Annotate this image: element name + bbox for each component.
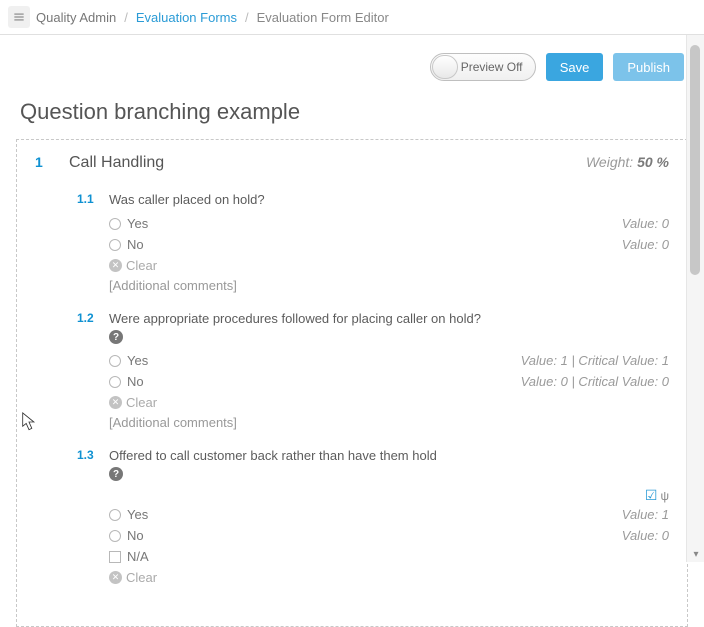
section-number: 1 [35, 154, 51, 170]
option-label: No [127, 528, 144, 543]
weight-label: Weight: [586, 154, 633, 170]
option-value: Value: 0 [622, 216, 669, 231]
clear-icon [109, 396, 122, 409]
clear-button[interactable]: Clear [109, 392, 669, 413]
answer-option[interactable]: Yes Value: 1 | Critical Value: 1 [109, 350, 669, 371]
breadcrumb-sep: / [243, 10, 251, 25]
publish-button[interactable]: Publish [613, 53, 684, 81]
branch-flag-text: ψ [660, 489, 669, 503]
question: 1.1 Was caller placed on hold? Yes Value: 0… [77, 192, 669, 293]
branch-flag[interactable]: ☑ψ [109, 487, 669, 504]
option-label: Yes [127, 216, 148, 231]
question: 1.3 Offered to call customer back rather … [77, 448, 669, 588]
scrollbar[interactable]: ▾ [686, 35, 704, 562]
clear-label: Clear [126, 570, 157, 585]
question-header: 1.1 Was caller placed on hold? [77, 192, 669, 207]
option-left: No [109, 237, 144, 252]
radio-icon[interactable] [109, 530, 121, 542]
option-label: Yes [127, 353, 148, 368]
menu-icon[interactable] [8, 6, 30, 28]
breadcrumb-root: Quality Admin [36, 10, 116, 25]
radio-icon[interactable] [109, 355, 121, 367]
breadcrumb-link[interactable]: Evaluation Forms [136, 10, 237, 25]
clear-icon [109, 259, 122, 272]
save-button[interactable]: Save [546, 53, 604, 81]
answer-option[interactable]: No Value: 0 | Critical Value: 0 [109, 371, 669, 392]
breadcrumb-current: Evaluation Form Editor [257, 10, 389, 25]
option-value: Value: 0 | Critical Value: 0 [521, 374, 669, 389]
question: 1.2 Were appropriate procedures followed … [77, 311, 669, 430]
breadcrumb-sep: / [122, 10, 130, 25]
question-text: Was caller placed on hold? [109, 192, 265, 207]
top-bar: Quality Admin / Evaluation Forms / Evalu… [0, 0, 704, 35]
checkbox-icon[interactable] [109, 551, 121, 563]
question-header: 1.2 Were appropriate procedures followed … [77, 311, 669, 326]
answer-option[interactable]: Yes Value: 1 [109, 504, 669, 525]
option-value: Value: 1 | Critical Value: 1 [521, 353, 669, 368]
question-text: Offered to call customer back rather tha… [109, 448, 437, 463]
answer-option[interactable]: Yes Value: 0 [109, 213, 669, 234]
option-left: Yes [109, 507, 148, 522]
option-left: No [109, 374, 144, 389]
question-header: 1.3 Offered to call customer back rather … [77, 448, 669, 463]
toggle-knob-icon [432, 55, 458, 79]
section-card: 1 Call Handling Weight: 50 % 1.1 Was call… [16, 139, 688, 627]
option-label: No [127, 237, 144, 252]
option-left: No [109, 528, 144, 543]
scrollbar-thumb[interactable] [690, 45, 700, 275]
help-icon[interactable]: ? [109, 330, 123, 344]
radio-icon[interactable] [109, 239, 121, 251]
clear-button[interactable]: Clear [109, 255, 669, 276]
page-title: Question branching example [0, 81, 704, 139]
question-number: 1.2 [77, 311, 99, 325]
clear-label: Clear [126, 258, 157, 273]
clear-button[interactable]: Clear [109, 567, 669, 588]
clear-label: Clear [126, 395, 157, 410]
section-weight: Weight: 50 % [586, 154, 669, 170]
answer-option[interactable]: N/A [109, 546, 669, 567]
weight-value: 50 % [637, 154, 669, 170]
additional-comments[interactable]: [Additional comments] [109, 413, 669, 430]
question-number: 1.3 [77, 448, 99, 462]
option-value: Value: 0 [622, 528, 669, 543]
option-left: Yes [109, 353, 148, 368]
radio-icon[interactable] [109, 218, 121, 230]
question-body: Yes Value: 0 No Value: 0 Clear [Additional co… [109, 213, 669, 293]
preview-toggle-label: Preview Off [461, 60, 523, 74]
scrollbar-down-icon[interactable]: ▾ [687, 546, 704, 562]
section-header: 1 Call Handling Weight: 50 % [35, 154, 669, 172]
help-icon[interactable]: ? [109, 467, 123, 481]
option-left: Yes [109, 216, 148, 231]
question-body: ☑ψ Yes Value: 1 No Value: 0 N/A Clear [109, 487, 669, 588]
option-label: No [127, 374, 144, 389]
preview-toggle[interactable]: Preview Off [430, 53, 536, 81]
option-label: Yes [127, 507, 148, 522]
check-icon: ☑ [645, 487, 658, 504]
option-value: Value: 1 [622, 507, 669, 522]
question-number: 1.1 [77, 192, 99, 206]
section-title: Call Handling [69, 154, 568, 172]
question-text: Were appropriate procedures followed for… [109, 311, 481, 326]
answer-option[interactable]: No Value: 0 [109, 525, 669, 546]
toolbar: Preview Off Save Publish [0, 35, 704, 81]
option-value: Value: 0 [622, 237, 669, 252]
clear-icon [109, 571, 122, 584]
answer-option[interactable]: No Value: 0 [109, 234, 669, 255]
radio-icon[interactable] [109, 376, 121, 388]
question-body: Yes Value: 1 | Critical Value: 1 No Value: … [109, 350, 669, 430]
additional-comments[interactable]: [Additional comments] [109, 276, 669, 293]
radio-icon[interactable] [109, 509, 121, 521]
